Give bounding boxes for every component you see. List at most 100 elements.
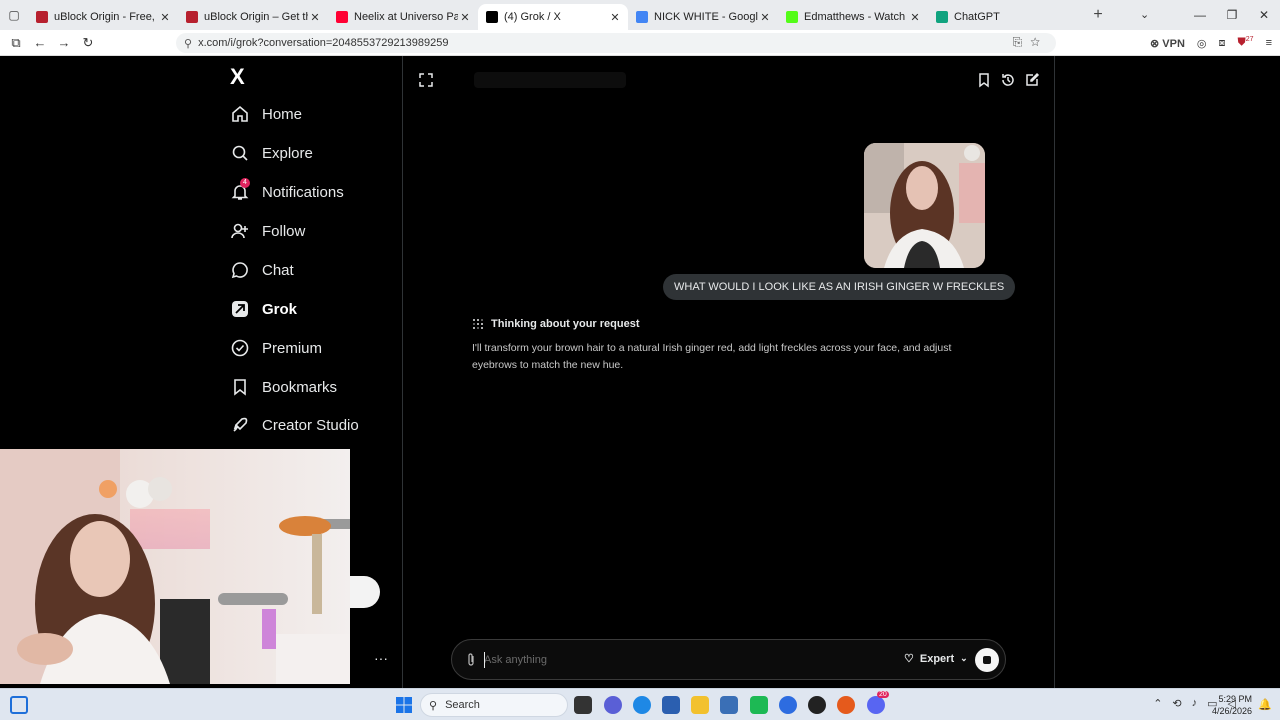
app-icon[interactable] [720,696,738,714]
discord-icon[interactable]: 20 [867,691,889,714]
chevron-up-icon[interactable]: ⌃ [1153,697,1162,710]
nav-item-explore[interactable]: Explore [230,138,313,168]
minimize-button[interactable]: — [1184,0,1216,30]
x-logo[interactable]: X [230,64,245,90]
taskbar-search-label: Search [445,699,480,711]
browser-tab[interactable]: Neelix at Universo Paralello - Yo✕ [328,4,478,30]
thinking-indicator[interactable]: Thinking about your request [472,318,640,330]
chevron-down-icon: ⌄ [960,653,968,663]
chat-app-icon[interactable] [604,696,622,714]
bookmark-icon[interactable] [976,72,992,88]
new-tab-button[interactable]: + [1084,6,1112,24]
tab-favicon-icon [186,11,198,23]
nav-item-label: Grok [262,300,298,318]
vpn-label: VPN [1162,37,1185,50]
browser-tab[interactable]: ChatGPT [928,4,1078,30]
tab-close-icon[interactable]: ✕ [608,11,622,24]
attach-icon[interactable] [464,652,478,668]
site-info-icon[interactable]: ⚲ [184,37,192,50]
bookmark-icon [230,377,250,397]
url-text: x.com/i/grok?conversation=20485537292139… [198,37,449,49]
user-uploaded-photo[interactable] [864,143,985,268]
tab-close-icon[interactable]: ✕ [908,11,922,24]
firefox-icon[interactable] [837,696,855,714]
grok-response-text: I'll transform your brown hair to a natu… [472,342,952,371]
new-chat-icon[interactable] [1024,72,1040,88]
tab-search-chevron-icon[interactable]: ⌄ [1140,8,1149,21]
address-action-icons[interactable]: ⎘☆ [1013,35,1048,50]
tab-title: NICK WHITE - Google Search [654,11,758,23]
window-controls: — ❐ ✕ [1184,0,1280,30]
task-view-icon[interactable] [574,696,592,714]
browser-tab[interactable]: (4) Grok / X ✕ [478,4,628,30]
profile-icon[interactable]: ◎ [1197,37,1207,50]
history-icon[interactable] [1000,72,1016,88]
search-icon: ⚲ [429,699,438,712]
forward-button[interactable]: → [52,30,76,56]
notification-icon[interactable]: 🔔 [1258,698,1272,711]
menu-icon[interactable]: ≡ [1266,37,1272,49]
extension-badge: 27 [1245,36,1254,44]
nav-item-notifications[interactable]: 4 Notifications [230,177,344,207]
tab-close-icon[interactable]: ✕ [458,11,472,24]
rocket-icon [230,415,250,435]
nav-item-label: Bookmarks [262,378,338,396]
restore-button[interactable]: ❐ [1216,0,1248,30]
reload-button[interactable]: ↻ [76,30,100,56]
ublock-extension-icon[interactable]: ⛊27 [1238,36,1254,50]
browser-tab[interactable]: NICK WHITE - Google Search✕ [628,4,778,30]
nav-item-bookmarks[interactable]: Bookmarks [230,372,337,402]
widgets-icon[interactable] [10,696,28,714]
store-icon[interactable] [662,696,680,714]
date: 4/26/2026 [1212,706,1253,716]
sync-icon[interactable]: ⟲ [1172,697,1181,710]
floating-pill[interactable] [350,576,380,608]
file-explorer-icon[interactable] [691,696,709,714]
tab-title: ChatGPT [954,11,1000,23]
windows-taskbar: ⚲ Search 20 ⌃ ⟲ ♪ ▭ ◁ 5:29 PM 4/26/2026 … [0,688,1280,720]
app-launcher-icon[interactable] [779,696,797,714]
nav-item-grok[interactable]: Grok [230,294,297,324]
nav-item-premium[interactable]: Premium [230,333,322,363]
browser-tab[interactable]: uBlock Origin – Get this Extensi✕ [178,4,328,30]
tab-title: uBlock Origin - Free, open-sour [54,11,158,23]
back-button[interactable]: ← [28,30,52,56]
chatgpt-app-icon[interactable] [808,696,826,714]
tab-favicon-icon [486,11,498,23]
stop-button[interactable] [975,648,999,672]
text-caret [484,652,485,668]
browser-tab-strip: ▢ uBlock Origin - Free, open-sour✕uBlock… [0,0,1280,30]
ask-input[interactable] [484,650,864,670]
tab-title: (4) Grok / X [504,11,561,23]
tab-actions-icon[interactable]: ▢ [0,0,28,30]
nav-item-follow[interactable]: Follow [230,216,305,246]
close-window-button[interactable]: ✕ [1248,0,1280,30]
browser-tab[interactable]: Edmatthews - Watch clips on Ki✕ [778,4,928,30]
media-app-icon[interactable] [750,696,768,714]
account-more-icon[interactable]: ··· [374,650,388,666]
vpn-button[interactable]: ⊗ VPN [1150,37,1185,50]
stop-icon [983,656,991,664]
expand-icon[interactable] [418,72,434,88]
windows-start-icon[interactable] [396,697,412,713]
grok-icon [230,299,250,319]
nav-item-label: Follow [262,222,306,240]
nav-item-creator-studio[interactable]: Creator Studio [230,410,359,440]
microphone-icon[interactable]: ♪ [1192,697,1198,710]
tab-title: Edmatthews - Watch clips on Ki [804,11,908,23]
tab-close-icon[interactable]: ✕ [758,11,772,24]
extensions-icon[interactable]: ⧈ [1219,37,1226,50]
edge-icon[interactable] [633,696,651,714]
tab-close-icon[interactable]: ✕ [308,11,322,24]
browser-tab[interactable]: uBlock Origin - Free, open-sour✕ [28,4,178,30]
nav-item-label: Premium [262,339,323,357]
nav-item-chat[interactable]: Chat [230,255,294,285]
workspaces-icon[interactable]: ⧉ [4,30,28,56]
taskbar-search[interactable]: ⚲ Search [420,693,568,717]
nav-item-home[interactable]: Home [230,99,302,129]
url-field[interactable]: ⚲ x.com/i/grok?conversation=204855372921… [176,33,1056,53]
mode-selector[interactable]: ♡ Expert ⌄ [904,652,968,666]
clock[interactable]: 5:29 PM 4/26/2026 [1212,693,1252,717]
tab-close-icon[interactable]: ✕ [158,11,172,24]
person-add-icon [230,221,250,241]
